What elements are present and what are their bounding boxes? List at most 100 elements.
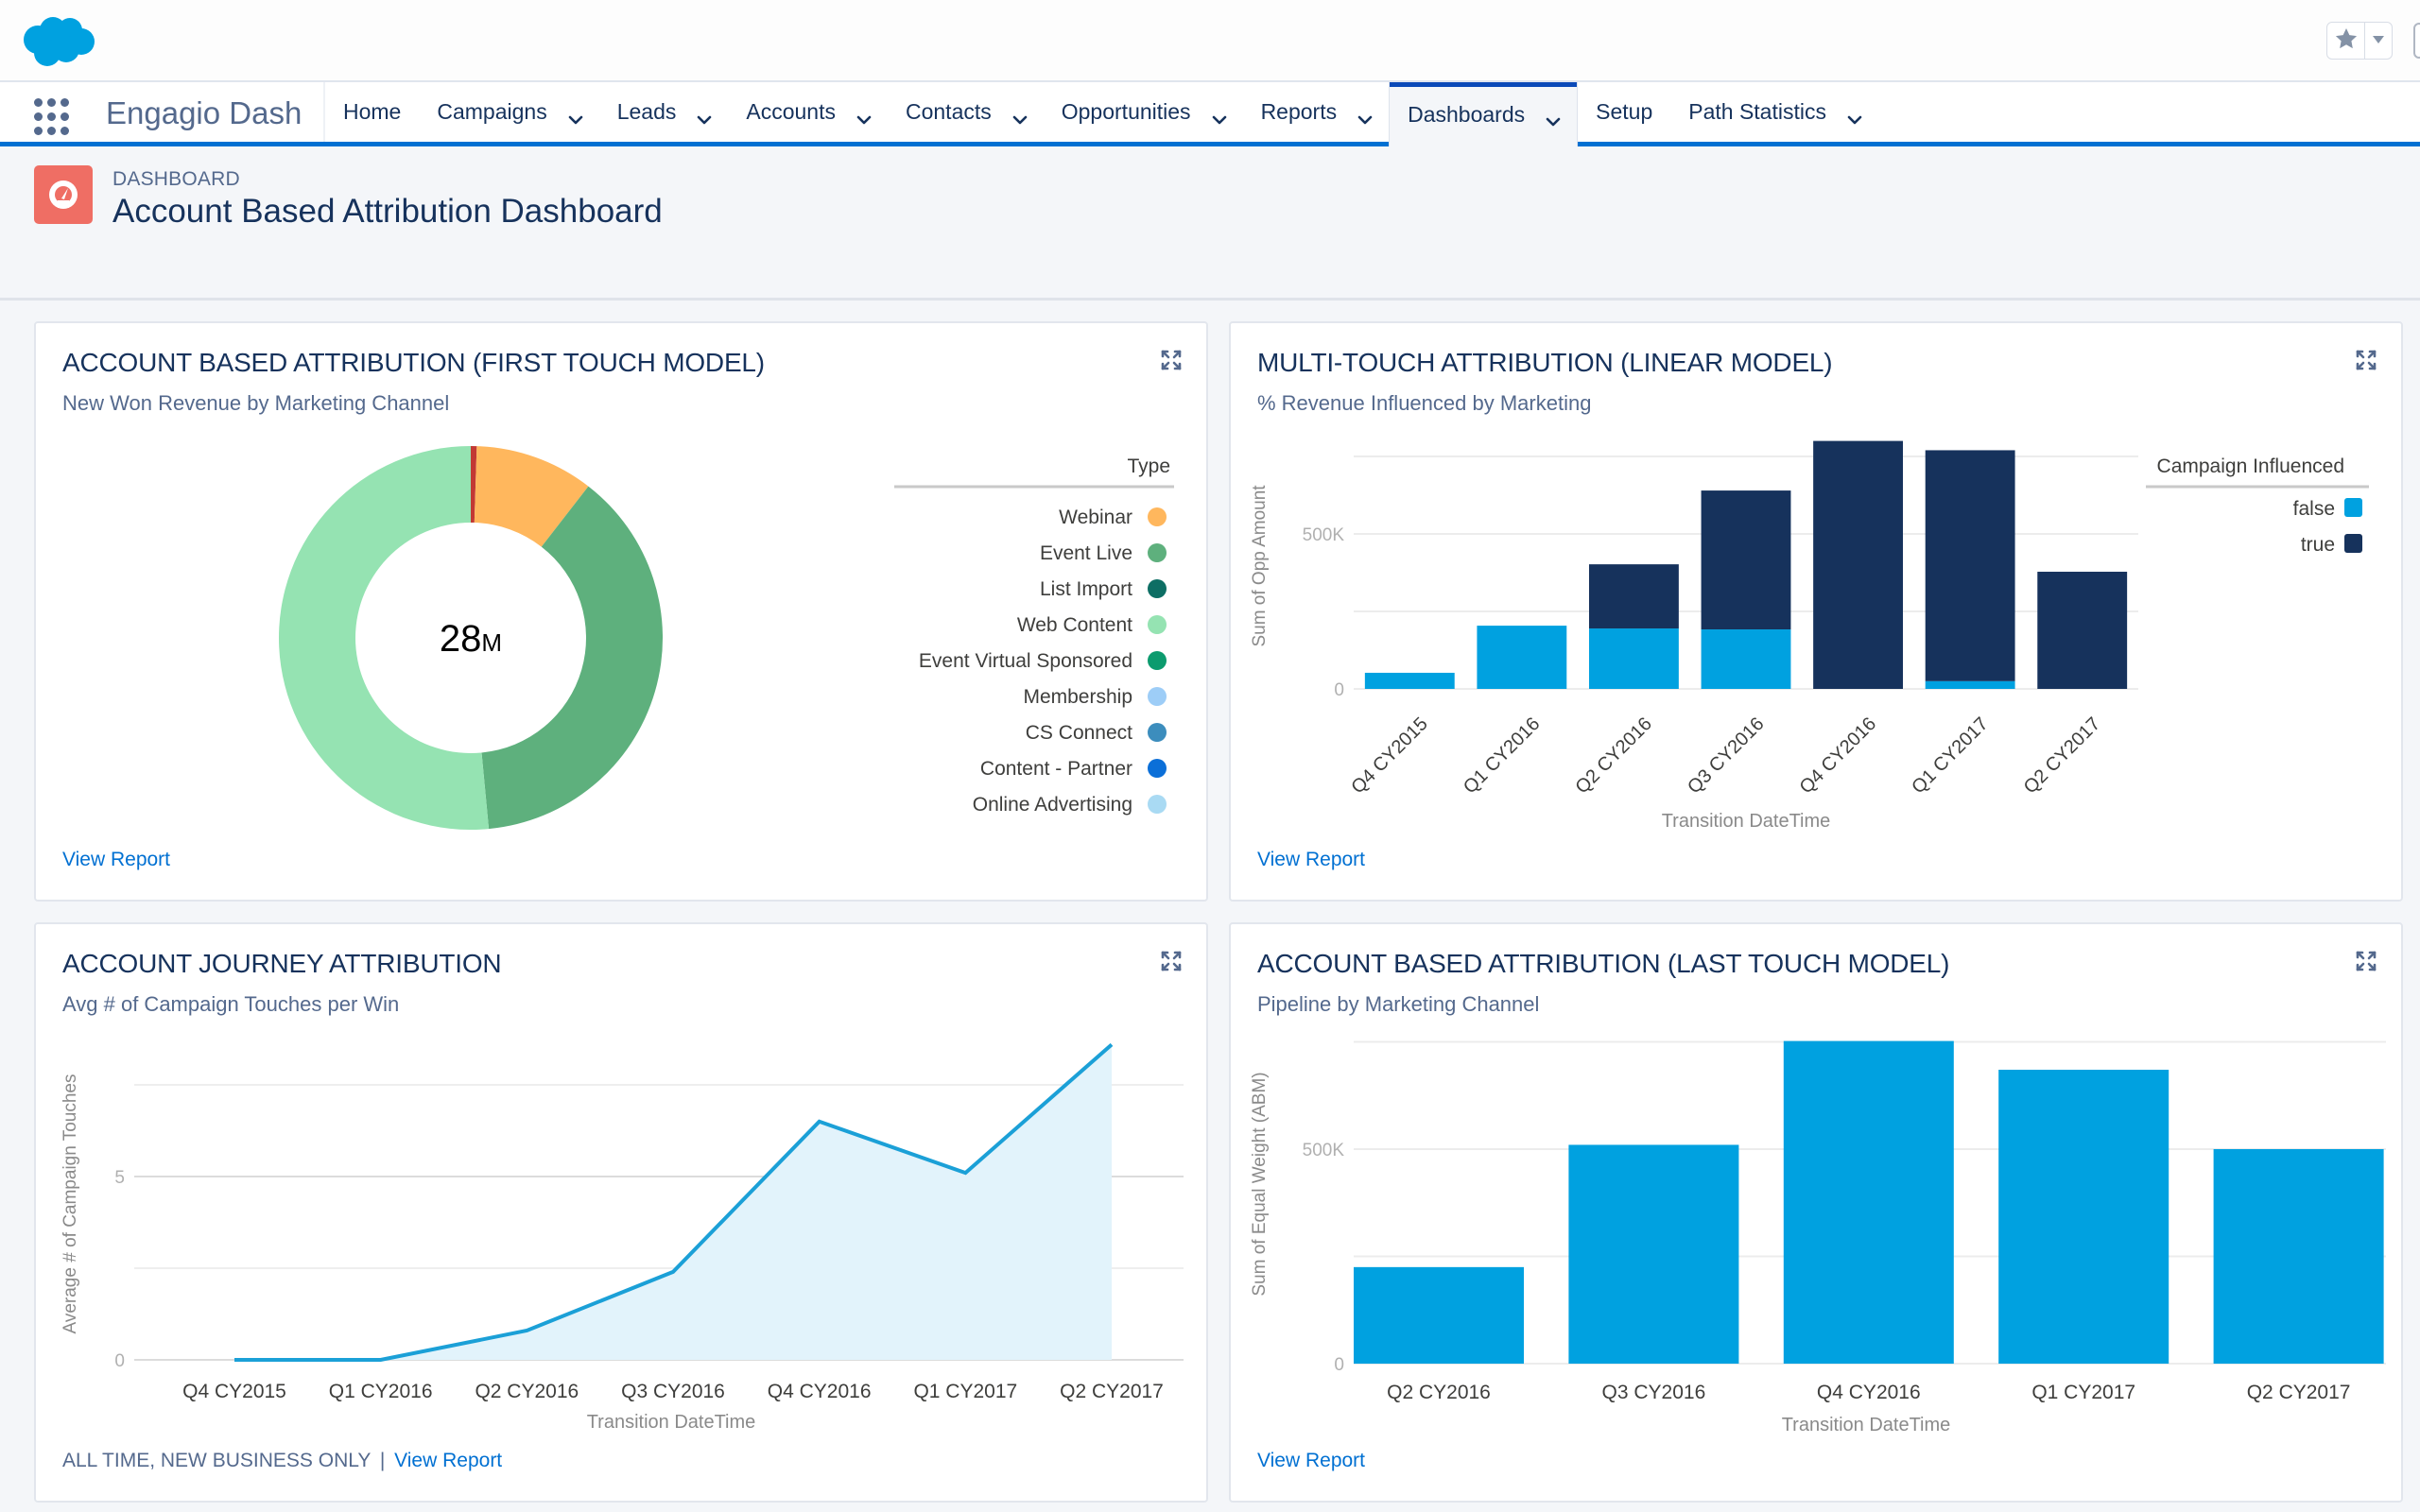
bar-segment-true xyxy=(2037,572,2128,689)
legend-label: CS Connect xyxy=(1026,722,1132,744)
first-touch-attribution-card: ACCOUNT BASED ATTRIBUTION (FIRST TOUCH M… xyxy=(34,321,1208,902)
nav-tab-opportunities[interactable]: Opportunities xyxy=(1044,82,1243,142)
legend-label: Event Virtual Sponsored xyxy=(919,650,1132,672)
nav-tab-contacts[interactable]: Contacts xyxy=(888,82,1044,142)
donut-chart: 28M Type Webinar Event Live List Import Web C… xyxy=(278,446,1174,831)
x-axis-title: Transition DateTime xyxy=(1782,1415,1951,1435)
nav-tab-label: Opportunities xyxy=(1061,99,1191,124)
legend-swatch xyxy=(2344,534,2362,553)
card-footer: View Report xyxy=(1257,1450,1365,1472)
view-report-link[interactable]: View Report xyxy=(394,1450,502,1471)
x-tick-label: Q4 CY2016 xyxy=(768,1381,872,1402)
bar-chart: 0 500K Sum of Equal Weight (ABM) Q2 CY2016 Q… xyxy=(1250,1040,2386,1435)
x-tick-label: Q4 CY2016 xyxy=(1796,713,1880,798)
y-tick-label: 0 xyxy=(114,1351,125,1371)
x-tick-label: Q1 CY2017 xyxy=(1908,713,1992,798)
bar xyxy=(1783,1040,1954,1364)
legend-label: List Import xyxy=(1040,578,1132,600)
legend-swatch xyxy=(2344,498,2362,517)
legend-label: Event Live xyxy=(1040,542,1132,564)
y-tick-label: 500K xyxy=(1303,1141,1345,1160)
favorites-button[interactable] xyxy=(2327,23,2365,59)
bar-segment-true xyxy=(1813,440,1903,689)
legend-label: Web Content xyxy=(1017,614,1132,636)
nav-tab-setup[interactable]: Setup xyxy=(1578,82,1670,142)
x-tick-label: Q3 CY2016 xyxy=(621,1381,725,1402)
filter-summary: ALL TIME, NEW BUSINESS ONLY xyxy=(62,1450,371,1471)
salesforce-cloud-logo-icon[interactable] xyxy=(19,15,96,68)
view-report-link[interactable]: View Report xyxy=(1257,1450,1365,1471)
page-header: DASHBOARD Account Based Attribution Dash… xyxy=(0,151,2420,301)
page-title: Account Based Attribution Dashboard xyxy=(112,193,663,230)
x-tick-label: Q2 CY2017 xyxy=(2247,1382,2351,1403)
chevron-down-icon[interactable] xyxy=(1212,106,1226,124)
chevron-down-icon[interactable] xyxy=(1847,106,1862,124)
nav-tab-label: Path Statistics xyxy=(1688,99,1826,124)
nav-tab-home[interactable]: Home xyxy=(325,82,419,142)
bar xyxy=(1998,1070,2169,1364)
nav-tab-reports[interactable]: Reports xyxy=(1243,82,1390,142)
page-object-type: DASHBOARD xyxy=(112,168,240,190)
view-report-link[interactable]: View Report xyxy=(62,849,170,870)
x-tick-label: Q2 CY2016 xyxy=(1572,713,1656,798)
area-fill xyxy=(234,1044,1112,1360)
x-axis-title: Transition DateTime xyxy=(1662,811,1831,832)
chevron-down-icon[interactable] xyxy=(856,106,872,124)
bar xyxy=(2213,1149,2384,1364)
nav-tabs: Home Campaigns Leads Accounts Contacts Opport… xyxy=(325,82,1878,146)
donut-center-unit: M xyxy=(481,628,502,657)
nav-tab-label: Setup xyxy=(1596,99,1653,124)
favorites-menu-button[interactable] xyxy=(2365,23,2392,59)
x-tick-label: Q4 CY2015 xyxy=(1347,713,1431,798)
y-axis-title: Sum of Opp Amount xyxy=(1250,485,1270,647)
card-footer: ALL TIME, NEW BUSINESS ONLY | View Repor… xyxy=(62,1450,502,1472)
nav-tab-campaigns[interactable]: Campaigns xyxy=(419,82,598,142)
y-tick-label: 0 xyxy=(1334,680,1344,700)
x-tick-label: Q1 CY2016 xyxy=(1460,713,1544,798)
last-touch-attribution-card: ACCOUNT BASED ATTRIBUTION (LAST TOUCH MO… xyxy=(1229,922,2403,1503)
nav-tab-label: Accounts xyxy=(746,99,836,124)
global-header xyxy=(0,0,2420,82)
bar-segment-false xyxy=(1925,680,2015,689)
x-tick-label: Q3 CY2016 xyxy=(1602,1382,1706,1403)
nav-tab-accounts[interactable]: Accounts xyxy=(728,82,888,142)
x-tick-label: Q1 CY2017 xyxy=(913,1381,1017,1402)
favorites-button-group xyxy=(2326,22,2393,60)
app-name: Engagio Dash xyxy=(106,95,302,130)
nav-tab-label: Reports xyxy=(1260,99,1338,124)
view-report-link[interactable]: View Report xyxy=(1257,849,1365,870)
nav-tab-label: Home xyxy=(343,99,402,124)
x-tick-label: Q2 CY2017 xyxy=(2020,713,2104,798)
setup-button-partial[interactable] xyxy=(2413,23,2420,59)
caret-down-icon xyxy=(2372,32,2385,49)
legend-swatch xyxy=(1148,615,1167,634)
chevron-down-icon[interactable] xyxy=(1012,106,1028,124)
chevron-down-icon[interactable] xyxy=(1546,108,1561,127)
nav-tab-dashboards[interactable]: Dashboards xyxy=(1389,82,1579,146)
legend-title: Type xyxy=(1127,455,1170,477)
multi-touch-attribution-card: MULTI-TOUCH ATTRIBUTION (LINEAR MODEL) %… xyxy=(1229,321,2403,902)
y-axis-title: Sum of Equal Weight (ABM) xyxy=(1250,1072,1270,1296)
bar-segment-false xyxy=(1477,626,1567,689)
x-tick-label: Q1 CY2016 xyxy=(329,1381,433,1402)
y-tick-label: 500K xyxy=(1303,525,1345,545)
chevron-down-icon[interactable] xyxy=(568,106,583,124)
legend-swatch xyxy=(1148,795,1167,814)
legend-swatch xyxy=(1148,651,1167,670)
star-icon xyxy=(2334,26,2359,56)
nav-tab-path-statistics[interactable]: Path Statistics xyxy=(1670,82,1878,142)
legend-swatch xyxy=(1148,579,1167,598)
nav-tab-leads[interactable]: Leads xyxy=(599,82,729,142)
chevron-down-icon[interactable] xyxy=(1357,106,1373,124)
nav-tab-label: Contacts xyxy=(905,99,992,124)
legend-swatch xyxy=(1148,507,1167,526)
donut-center-total: 28M xyxy=(440,618,502,660)
chevron-down-icon[interactable] xyxy=(697,106,712,124)
x-tick-label: Q2 CY2017 xyxy=(1060,1381,1164,1402)
bar xyxy=(1354,1266,1524,1364)
x-tick-label: Q1 CY2017 xyxy=(2031,1382,2135,1403)
legend-label: Membership xyxy=(1023,686,1132,708)
bar-segment-false xyxy=(1701,629,1791,689)
nav-tab-label: Leads xyxy=(616,99,677,124)
app-launcher-grid-icon[interactable] xyxy=(34,98,72,136)
